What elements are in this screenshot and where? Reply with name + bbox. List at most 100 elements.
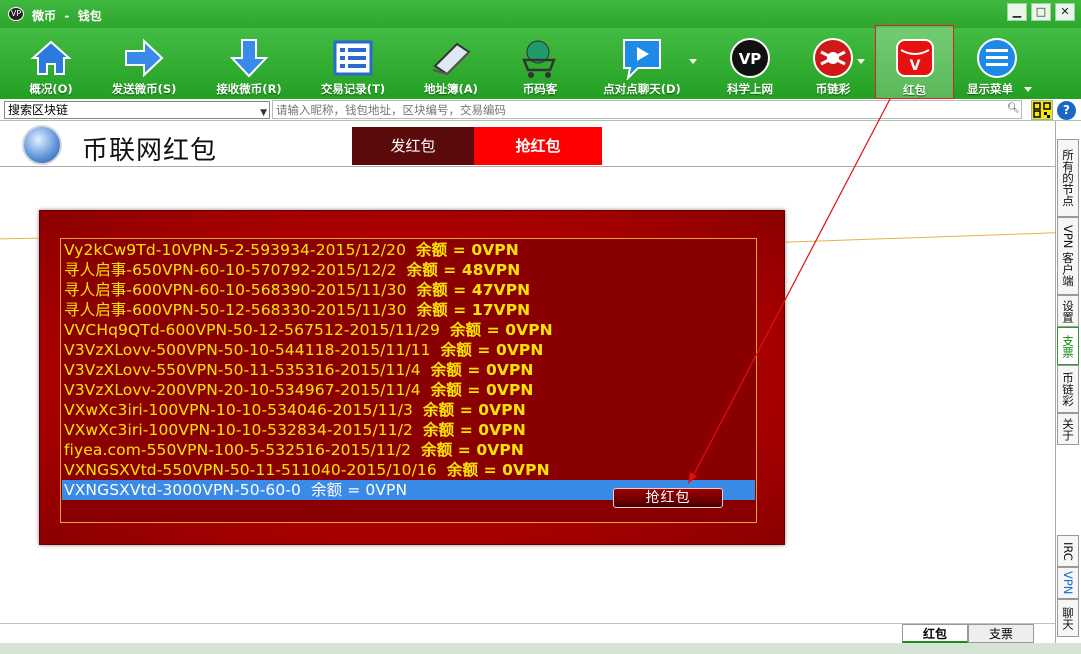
tab-settings[interactable]: 设置 [1057, 295, 1079, 327]
toolbar-send-button[interactable]: 发送微币(S) [100, 28, 188, 98]
tab-vpn-client[interactable]: VPN 客户端 [1057, 217, 1079, 295]
tab-all-nodes[interactable]: 所有的节点 [1057, 139, 1079, 217]
balance-label: 余额 [422, 421, 455, 439]
balance-label: 余额 [421, 441, 453, 459]
page-title: 币联网红包 [82, 136, 218, 166]
qr-code-icon[interactable] [1031, 100, 1053, 120]
balance-label: 余额 [422, 401, 455, 419]
redpacket-panel: Vy2kCw9Td-10VPN-5-2-593934-2015/12/20 余额 … [39, 210, 785, 545]
tab-lottery[interactable]: 币链彩 [1057, 365, 1079, 413]
decorative-line [784, 232, 1055, 243]
status-bar [0, 643, 1081, 654]
list-item[interactable]: 寻人启事-600VPN-60-10-568390-2015/11/30 余额 = … [64, 280, 530, 300]
toolbar-p2pchat-button[interactable]: 点对点聊天(D) [594, 28, 690, 98]
svg-text:V: V [909, 58, 920, 74]
balance-label: 余额 [430, 361, 462, 379]
menu-dropdown-icon[interactable] [1024, 87, 1032, 92]
toolbar-overview-label: 概况(O) [29, 82, 73, 96]
list-item[interactable]: V3VzXLovv-200VPN-20-10-534967-2015/11/4 余… [64, 380, 534, 400]
home-icon [30, 40, 72, 75]
balance-label: 余额 [416, 281, 448, 299]
tab-send-redpacket[interactable]: 发红包 [352, 127, 474, 165]
toolbar-bimake-label: 币码客 [522, 82, 558, 96]
search-scope-select[interactable]: 搜索区块链 ▼ [4, 101, 270, 119]
lottery-icon [813, 38, 853, 78]
redpacket-list: Vy2kCw9Td-10VPN-5-2-593934-2015/12/20 余额 … [60, 238, 757, 523]
toolbar-overview-button[interactable]: 概况(O) [10, 28, 92, 98]
arrow-right-icon [125, 38, 164, 78]
balance-value: = 0VPN [486, 321, 553, 339]
redpacket-name: 寻人启事-650VPN-60-10-570792-2015/12/2 [64, 261, 397, 279]
list-item[interactable]: Vy2kCw9Td-10VPN-5-2-593934-2015/12/20 余额 … [64, 240, 519, 260]
p2pchat-dropdown-icon[interactable] [689, 59, 697, 64]
tab-grab-redpacket[interactable]: 抢红包 [474, 127, 602, 165]
chevron-down-icon: ▼ [260, 108, 267, 118]
redpacket-name: V3VzXLovv-200VPN-20-10-534967-2015/11/4 [64, 381, 421, 399]
maximize-button[interactable]: □ [1031, 3, 1051, 21]
vpn-globe-icon: VP [730, 38, 770, 78]
right-sidebar: 所有的节点 VPN 客户端 设置 支票 币链彩 关于 IRC VPN 聊天 [1055, 121, 1081, 654]
balance-value: = 0VPN [467, 361, 534, 379]
list-item[interactable]: VVCHq9QTd-600VPN-50-12-567512-2015/11/29… [64, 320, 553, 340]
close-button[interactable]: ✕ [1055, 3, 1075, 21]
toolbar-transactions-button[interactable]: 交易记录(T) [308, 28, 398, 98]
toolbar-addressbook-label: 地址簿(A) [424, 82, 478, 96]
title-bar: VP 微币 - 钱包 ▁ □ ✕ [0, 0, 1081, 28]
red-packet-icon: V [895, 39, 934, 77]
balance-value: = 0VPN [459, 421, 526, 439]
bottom-tab-cheque[interactable]: 支票 [968, 624, 1034, 643]
balance-value: = 0VPN [483, 461, 550, 479]
list-item[interactable]: fiyea.com-550VPN-100-5-532516-2015/11/2 余… [64, 440, 524, 460]
bottom-tab-redpacket[interactable]: 红包 [902, 624, 968, 643]
balance-label: 余额 [416, 301, 448, 319]
redpacket-name: fiyea.com-550VPN-100-5-532516-2015/11/2 [64, 441, 412, 459]
list-item[interactable]: VXNGSXVtd-550VPN-50-11-511040-2015/10/16… [64, 460, 550, 480]
cart-icon [522, 40, 556, 78]
toolbar-p2pchat-label: 点对点聊天(D) [603, 82, 681, 96]
redpacket-page: 币联网红包 发红包 抢红包 Vy2kCw9Td-10VPN-5-2-593934… [0, 121, 1055, 623]
list-item[interactable]: 寻人启事-650VPN-60-10-570792-2015/12/2 余额 = 4… [64, 260, 520, 280]
window-title: 微币 - 钱包 [32, 9, 102, 23]
toolbar-receive-label: 接收微币(R) [216, 82, 282, 96]
balance-label: 余额 [310, 481, 343, 499]
lottery-dropdown-icon[interactable] [857, 59, 865, 64]
tab-irc[interactable]: IRC [1057, 535, 1079, 567]
search-scope-value: 搜索区块链 [8, 103, 69, 117]
list-item[interactable]: V3VzXLovv-550VPN-50-11-535316-2015/11/4 余… [64, 360, 534, 380]
search-bar: 搜索区块链 ▼ 🔍︎ [0, 99, 1081, 121]
app-logo-icon: VP [8, 7, 24, 21]
toolbar-bimake-button[interactable]: 币码客 [508, 28, 572, 98]
list-item[interactable]: VXwXc3iri-100VPN-10-10-534046-2015/11/3 余… [64, 400, 526, 420]
search-input[interactable] [272, 100, 1022, 119]
list-item[interactable]: V3VzXLovv-500VPN-50-10-544118-2015/11/11… [64, 340, 543, 360]
redpacket-name: VXNGSXVtd-3000VPN-50-60-0 [64, 481, 301, 499]
balance-value: = 47VPN [453, 281, 531, 299]
toolbar-vpn-button[interactable]: VP 科学上网 [712, 28, 788, 98]
list-item[interactable]: 寻人启事-600VPN-50-12-568330-2015/11/30 余额 = … [64, 300, 530, 320]
toolbar-redpacket-button[interactable]: V 红包 [875, 25, 954, 99]
balance-label: 余额 [416, 241, 448, 259]
search-icon[interactable]: 🔍︎ [1007, 103, 1020, 114]
help-icon[interactable]: ? [1057, 101, 1076, 120]
toolbar-addressbook-button[interactable]: 地址簿(A) [412, 28, 490, 98]
redpacket-name: VXwXc3iri-100VPN-10-10-532834-2015/11/2 [64, 421, 413, 439]
balance-label: 余额 [440, 341, 472, 359]
balance-label: 余额 [449, 321, 482, 339]
tab-vpn[interactable]: VPN [1057, 567, 1079, 599]
grab-redpacket-button[interactable]: 抢红包 [613, 488, 723, 508]
decorative-line [0, 237, 41, 240]
tab-chat[interactable]: 聊天 [1057, 599, 1079, 637]
redpacket-name: Vy2kCw9Td-10VPN-5-2-593934-2015/12/20 [64, 241, 407, 259]
tab-about[interactable]: 关于 [1057, 413, 1079, 445]
list-item[interactable]: VXwXc3iri-100VPN-10-10-532834-2015/11/2 余… [64, 420, 526, 440]
redpacket-name: 寻人启事-600VPN-60-10-568390-2015/11/30 [64, 281, 407, 299]
tab-cheque[interactable]: 支票 [1057, 327, 1079, 365]
balance-value: = 0VPN [347, 481, 408, 499]
balance-value: = 0VPN [457, 441, 524, 459]
toolbar-menu-button[interactable]: 显示菜单 [962, 28, 1032, 98]
minimize-button[interactable]: ▁ [1007, 3, 1027, 21]
arrow-down-icon [229, 39, 269, 78]
main-toolbar: 概况(O) 发送微币(S) 接收微币(R) 交易记录(T) 地址簿(A) 币码客… [0, 25, 1081, 99]
toolbar-receive-button[interactable]: 接收微币(R) [205, 28, 293, 98]
balance-value: = 0VPN [452, 241, 519, 259]
